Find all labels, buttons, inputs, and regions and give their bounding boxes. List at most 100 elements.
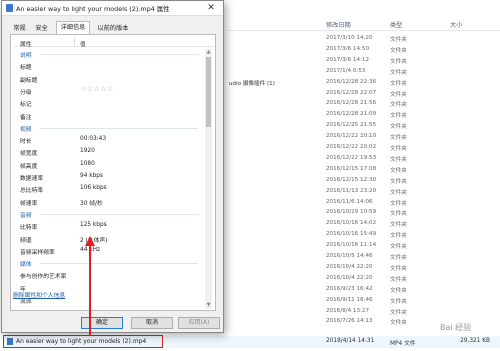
- explorer-row-date: 2016/10/16 14:02: [326, 220, 377, 227]
- property-name: 总比特率: [20, 188, 44, 195]
- property-value: 106 kbps: [80, 185, 107, 192]
- property-row[interactable]: 帧高度 1080: [14, 159, 204, 170]
- remove-properties-link[interactable]: 删除属性和个人信息: [13, 290, 65, 299]
- explorer-row-type: 文件夹: [390, 222, 407, 229]
- column-date-modified[interactable]: 修改日期: [326, 20, 351, 29]
- explorer-row-date: 2016/12/22 20:10: [326, 133, 377, 140]
- explorer-row-type: 文件夹: [390, 233, 407, 240]
- explorer-row-date: 2016/8/4 13:27: [326, 307, 370, 314]
- selected-file-row[interactable]: An easier way to light your models (2).m…: [3, 335, 163, 348]
- explorer-row-type: 文件夹: [390, 309, 407, 316]
- details-scrollbar[interactable]: ▲ ▼: [205, 49, 212, 309]
- section-label: 视频: [20, 126, 32, 133]
- property-row[interactable]: 时长 00:03:43: [14, 134, 204, 145]
- close-button[interactable]: ✕: [201, 2, 221, 14]
- property-row[interactable]: 帧宽度 1920: [14, 146, 204, 157]
- column-property[interactable]: 属性: [20, 39, 32, 48]
- explorer-row-date: 2016/7/26 14:13: [326, 318, 373, 325]
- property-name: 分级: [20, 89, 32, 96]
- selected-file-row-details[interactable]: 2018/4/14 14:31 MP4 文件 29,321 KB: [165, 336, 500, 348]
- explorer-row-date: 2016/12/22 19:53: [326, 154, 377, 161]
- property-row[interactable]: 分级 ☆☆☆☆☆: [14, 85, 204, 96]
- explorer-row-date: 2016/12/28 22:36: [326, 78, 377, 85]
- explorer-row-date: 2016/10/5 14:46: [326, 253, 373, 259]
- scroll-up-arrow-icon[interactable]: ▲: [205, 49, 212, 56]
- explorer-row-date: 2016/10/16 11:14: [326, 242, 377, 249]
- explorer-row-date: 2016/11/6 14:06: [326, 198, 373, 205]
- cancel-button[interactable]: 取消: [131, 317, 173, 329]
- property-row[interactable]: 比特率 125 kbps: [14, 220, 204, 231]
- explorer-row-type: 文件夹: [390, 47, 407, 54]
- explorer-row-type: 文件夹: [390, 37, 407, 43]
- property-name: 参与创作的艺术家: [20, 274, 67, 281]
- section-divider: [40, 54, 198, 55]
- scroll-down-arrow-icon[interactable]: ▼: [205, 302, 212, 309]
- explorer-row-date: 2016/12/28 21:56: [326, 100, 377, 107]
- property-name: 时长: [20, 139, 32, 146]
- tab-previous-versions[interactable]: 以前的版本: [92, 22, 134, 34]
- explorer-row-type: 文件夹: [390, 265, 407, 272]
- apply-button[interactable]: 应用(A): [178, 317, 220, 329]
- explorer-row-date: 2016/12/15 12:30: [326, 176, 377, 183]
- explorer-row-type: 文件夹: [390, 320, 407, 327]
- property-row[interactable]: 总比特率 106 kbps: [14, 183, 204, 194]
- property-row[interactable]: 音频采样频率 44 kHz: [14, 245, 204, 256]
- ok-button[interactable]: 确定: [81, 317, 123, 329]
- section-divider: [40, 263, 198, 265]
- scroll-thumb[interactable]: [206, 57, 211, 127]
- explorer-row-date: 2017/3/6 14:12: [326, 56, 370, 63]
- column-divider[interactable]: [74, 37, 75, 46]
- section-divider: [40, 127, 198, 129]
- property-name: 备注: [20, 114, 32, 121]
- property-row[interactable]: 帧速率 30 帧/秒: [14, 196, 204, 207]
- tab-details[interactable]: 详细信息: [56, 21, 90, 34]
- property-row[interactable]: 数据速率 94 kbps: [14, 171, 204, 182]
- details-grid-header: 属性 值: [14, 37, 214, 48]
- explorer-row-type: 文件夹: [390, 91, 407, 98]
- property-row[interactable]: 备注: [14, 110, 204, 121]
- tab-general[interactable]: 常规: [10, 22, 29, 34]
- explorer-row-type: 文件夹: [390, 69, 407, 76]
- property-row[interactable]: 标记: [14, 97, 204, 108]
- explorer-row-type: 文件夹: [390, 189, 407, 196]
- explorer-row-type: 文件夹: [390, 167, 407, 174]
- explorer-row-date: 2016/10/16 15:49: [326, 231, 377, 238]
- explorer-row-type: 文件夹: [390, 178, 407, 185]
- explorer-row-type: 文件夹: [390, 211, 407, 218]
- selected-file-date: 2018/4/14 14:31: [326, 338, 375, 344]
- explorer-row-date: 2016/12/28 21:09: [326, 111, 377, 118]
- selected-file-type: MP4 文件: [390, 341, 416, 347]
- property-name: 副标题: [20, 77, 38, 84]
- property-name: 频道: [20, 237, 32, 244]
- column-type[interactable]: 类型: [390, 20, 402, 29]
- section-header: 说明: [14, 48, 204, 59]
- explorer-row-date: 2016/12/28 22:07: [326, 89, 377, 96]
- property-row[interactable]: 频道 2 (立体声): [14, 233, 204, 244]
- property-row[interactable]: 标题: [14, 60, 204, 71]
- explorer-row-date: 2016/10/29 10:59: [326, 209, 377, 216]
- explorer-row-date: 2016/11/13 23:20: [326, 187, 377, 194]
- annotation-arrow-line: [89, 244, 91, 336]
- column-size[interactable]: 大小: [450, 20, 462, 29]
- property-row[interactable]: 参与创作的艺术家: [14, 269, 204, 280]
- column-value[interactable]: 值: [80, 39, 86, 48]
- explorer-row-date: 2016/9/11 18:46: [326, 296, 373, 303]
- explorer-row-date: 2017/3/10 14:20: [326, 35, 373, 41]
- property-value: 1080: [80, 160, 95, 167]
- dialog-titlebar[interactable]: An easier way to light your models (2).m…: [2, 1, 223, 16]
- property-list: 说明标题副标题分级 ☆☆☆☆☆ 标记备注视频 时长 00:03:43 帧宽度 1920 帧高度…: [14, 48, 204, 310]
- tab-security[interactable]: 安全: [32, 22, 51, 34]
- section-header: 音频: [14, 208, 204, 219]
- explorer-row-type: 文件夹: [390, 255, 407, 261]
- section-label: 音频: [20, 212, 32, 219]
- selected-file-name: An easier way to light your models (2).m…: [16, 338, 147, 345]
- explorer-row-type: 文件夹: [390, 244, 407, 251]
- explorer-row-name: udio 摄像插件 (1): [229, 80, 275, 87]
- rating-stars-icon[interactable]: ☆☆☆☆☆: [80, 85, 114, 93]
- explorer-row-date: 2016/12/25 21:55: [326, 122, 377, 129]
- property-name: 标题: [20, 65, 32, 72]
- property-row[interactable]: 副标题: [14, 73, 204, 84]
- explorer-row-type: 文件夹: [390, 113, 407, 120]
- property-name: 比特率: [20, 225, 38, 232]
- section-label: 媒体: [20, 262, 32, 269]
